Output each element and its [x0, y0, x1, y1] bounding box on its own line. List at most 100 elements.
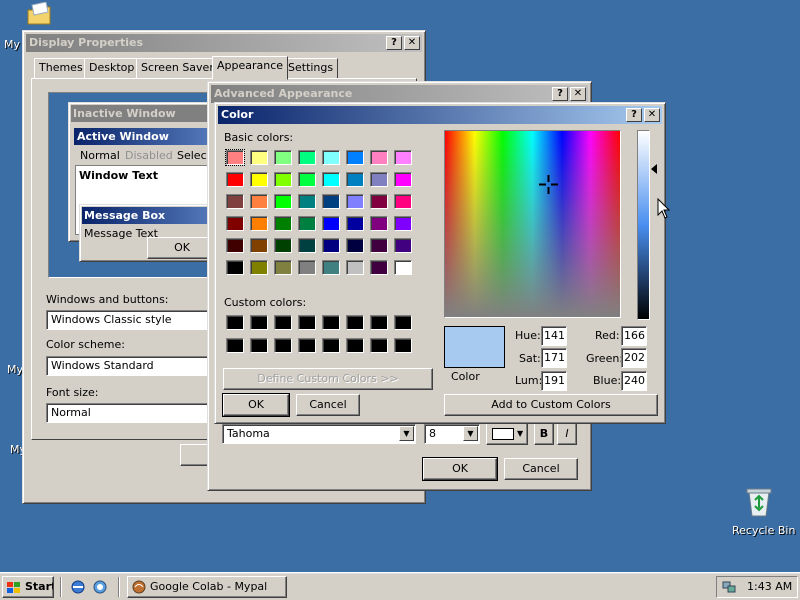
custom-color-swatch[interactable] — [250, 315, 268, 330]
italic-button[interactable]: I — [557, 423, 577, 445]
custom-color-swatch[interactable] — [298, 315, 316, 330]
custom-color-swatch[interactable] — [250, 338, 268, 353]
basic-color-swatch[interactable] — [298, 216, 316, 231]
basic-color-swatch[interactable] — [250, 172, 268, 187]
tab-settings[interactable]: Settings — [283, 58, 339, 79]
custom-color-swatch[interactable] — [394, 338, 412, 353]
basic-color-swatch[interactable] — [322, 216, 340, 231]
title-bar[interactable]: Advanced Appearance ? ✕ — [211, 85, 588, 103]
color-ok-button[interactable]: OK — [222, 393, 290, 417]
title-bar[interactable]: Color ? ✕ — [218, 106, 662, 124]
basic-color-swatch[interactable] — [346, 216, 364, 231]
custom-color-swatch[interactable] — [322, 315, 340, 330]
custom-color-swatch[interactable] — [298, 338, 316, 353]
custom-color-swatch[interactable] — [394, 315, 412, 330]
recycle-bin-icon[interactable] — [744, 486, 774, 518]
tab-appearance[interactable]: Appearance — [212, 56, 289, 80]
hue-input[interactable]: 141 — [541, 326, 567, 346]
custom-color-swatch[interactable] — [370, 315, 388, 330]
basic-color-swatch[interactable] — [370, 194, 388, 209]
blue-input[interactable]: 240 — [621, 371, 647, 391]
basic-color-swatch[interactable] — [346, 260, 364, 275]
help-button[interactable]: ? — [626, 108, 642, 122]
font-size-select[interactable]: Normal — [46, 403, 212, 423]
help-button[interactable]: ? — [552, 87, 568, 101]
basic-color-swatch[interactable] — [394, 260, 412, 275]
basic-color-swatch[interactable] — [274, 150, 292, 165]
basic-color-swatch[interactable] — [226, 238, 244, 253]
basic-color-swatch[interactable] — [226, 172, 244, 187]
advanced-ok-button[interactable]: OK — [422, 457, 498, 481]
tab-screen-saver[interactable]: Screen Saver — [136, 58, 219, 79]
basic-color-swatch[interactable] — [274, 260, 292, 275]
basic-color-swatch[interactable] — [394, 238, 412, 253]
browser-icon[interactable] — [92, 579, 108, 595]
basic-color-swatch[interactable] — [346, 194, 364, 209]
basic-color-swatch[interactable] — [298, 260, 316, 275]
title-bar[interactable]: Display Properties ? ✕ — [26, 34, 422, 52]
chevron-down-icon[interactable]: ▼ — [399, 426, 414, 441]
task-button-google-colab[interactable]: Google Colab - Mypal — [127, 576, 287, 598]
custom-color-swatch[interactable] — [370, 338, 388, 353]
basic-color-swatch[interactable] — [274, 216, 292, 231]
basic-color-swatch[interactable] — [274, 238, 292, 253]
color-spectrum[interactable] — [444, 130, 621, 318]
display-properties-ok-button[interactable] — [180, 444, 210, 466]
ie-icon[interactable] — [70, 579, 86, 595]
luminance-arrow-icon[interactable] — [651, 164, 657, 174]
help-button[interactable]: ? — [386, 36, 402, 50]
desktop-icon-label[interactable]: Recycle Bin — [732, 524, 795, 537]
chevron-down-icon[interactable]: ▼ — [463, 426, 478, 441]
basic-color-swatch[interactable] — [394, 194, 412, 209]
basic-color-swatch[interactable] — [346, 238, 364, 253]
start-button[interactable]: Start — [2, 576, 54, 598]
custom-color-swatch[interactable] — [274, 315, 292, 330]
basic-color-swatch[interactable] — [298, 238, 316, 253]
basic-color-swatch[interactable] — [370, 238, 388, 253]
basic-color-swatch[interactable] — [322, 172, 340, 187]
basic-color-swatch[interactable] — [346, 150, 364, 165]
basic-color-swatch[interactable] — [370, 216, 388, 231]
basic-color-swatch[interactable] — [322, 238, 340, 253]
desktop-icon-label[interactable]: My — [4, 38, 20, 51]
basic-color-swatch[interactable] — [298, 150, 316, 165]
close-button[interactable]: ✕ — [404, 36, 420, 50]
basic-color-swatch[interactable] — [370, 260, 388, 275]
basic-color-swatch[interactable] — [298, 194, 316, 209]
basic-color-swatch[interactable] — [226, 260, 244, 275]
basic-color-swatch[interactable] — [226, 216, 244, 231]
custom-color-swatch[interactable] — [226, 338, 244, 353]
network-icon[interactable] — [722, 580, 736, 594]
font-select[interactable]: Tahoma ▼ — [222, 424, 416, 444]
basic-color-swatch[interactable] — [250, 150, 268, 165]
basic-color-swatch[interactable] — [225, 149, 245, 166]
basic-color-swatch[interactable] — [274, 172, 292, 187]
clock[interactable]: 1:43 AM — [747, 580, 792, 593]
luminance-slider[interactable] — [637, 130, 650, 320]
tab-themes[interactable]: Themes — [34, 58, 88, 79]
custom-color-swatch[interactable] — [274, 338, 292, 353]
desktop-icon-label[interactable]: My — [7, 363, 23, 376]
basic-color-swatch[interactable] — [394, 216, 412, 231]
basic-color-swatch[interactable] — [322, 194, 340, 209]
basic-color-swatch[interactable] — [370, 172, 388, 187]
basic-color-swatch[interactable] — [250, 260, 268, 275]
custom-color-swatch[interactable] — [346, 315, 364, 330]
add-to-custom-colors-button[interactable]: Add to Custom Colors — [444, 394, 658, 416]
basic-color-swatch[interactable] — [322, 150, 340, 165]
color-cancel-button[interactable]: Cancel — [296, 394, 360, 416]
tab-desktop[interactable]: Desktop — [84, 58, 140, 79]
define-custom-colors-button[interactable]: Define Custom Colors >> — [223, 368, 433, 390]
basic-color-swatch[interactable] — [250, 216, 268, 231]
basic-color-swatch[interactable] — [226, 194, 244, 209]
custom-color-swatch[interactable] — [322, 338, 340, 353]
windows-buttons-select[interactable]: Windows Classic style — [46, 310, 212, 330]
basic-color-swatch[interactable] — [298, 172, 316, 187]
advanced-cancel-button[interactable]: Cancel — [504, 458, 578, 480]
basic-color-swatch[interactable] — [394, 150, 412, 165]
basic-color-swatch[interactable] — [322, 260, 340, 275]
color-scheme-select[interactable]: Windows Standard — [46, 356, 212, 376]
sat-input[interactable]: 171 — [541, 348, 567, 368]
red-input[interactable]: 166 — [621, 326, 647, 346]
bold-button[interactable]: B — [534, 423, 554, 445]
